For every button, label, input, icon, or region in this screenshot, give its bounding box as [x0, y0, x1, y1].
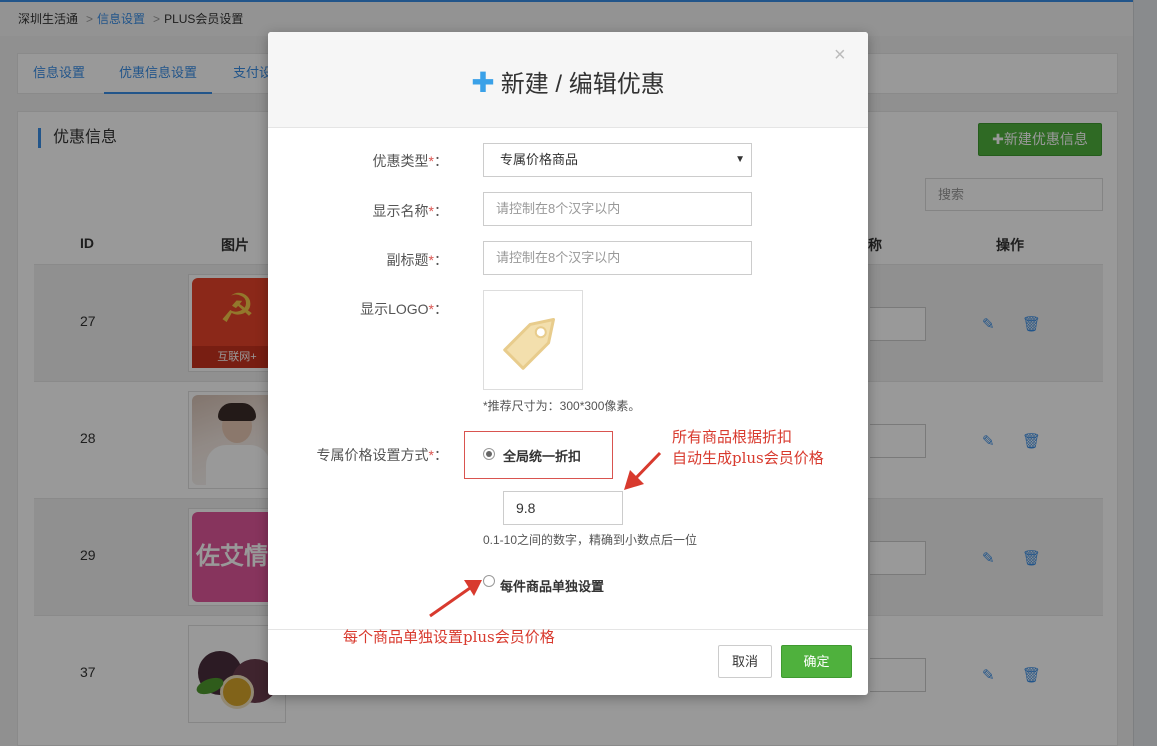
- plus-icon: ✚: [471, 67, 495, 98]
- discount-input[interactable]: 9.8: [503, 491, 623, 525]
- discount-type-select[interactable]: 专属价格商品 ▼: [483, 143, 752, 177]
- close-icon[interactable]: ×: [834, 44, 846, 67]
- annotation-uniform-line2: 自动生成plus会员价格: [672, 449, 824, 467]
- display-name-input[interactable]: 请控制在8个汉字以内: [483, 192, 752, 226]
- cancel-button[interactable]: 取消: [718, 645, 772, 678]
- edit-discount-modal: ✚ 新建 / 编辑优惠 × 优惠类型*： 专属价格商品 ▼ 显示名称*： 请控制在…: [268, 32, 868, 695]
- type-label: 优惠类型*：: [372, 153, 448, 169]
- annotation-individual: 每个商品单独设置plus会员价格: [343, 628, 555, 646]
- logo-upload[interactable]: [483, 290, 583, 390]
- discount-type-value: 专属价格商品: [500, 152, 579, 167]
- modal-title: ✚ 新建 / 编辑优惠: [268, 64, 868, 99]
- price-tag-icon: [503, 317, 556, 370]
- individual-price-label[interactable]: 每件商品单独设置: [500, 576, 604, 595]
- discount-hint: 0.1-10之间的数字，精确到小数点后一位: [483, 533, 698, 547]
- confirm-button[interactable]: 确定: [781, 645, 852, 678]
- uniform-discount-label[interactable]: 全局统一折扣: [503, 446, 581, 465]
- name-label: 显示名称*：: [372, 203, 448, 219]
- modal-header: ✚ 新建 / 编辑优惠 ×: [268, 32, 868, 128]
- subtitle-input[interactable]: 请控制在8个汉字以内: [483, 241, 752, 275]
- subtitle-label: 副标题*：: [386, 252, 448, 268]
- logo-size-hint: *推荐尺寸为：300*300像素。: [483, 399, 641, 413]
- price-mode-label: 专属价格设置方式*：: [316, 447, 448, 463]
- modal-title-text: 新建 / 编辑优惠: [500, 71, 665, 98]
- logo-label: 显示LOGO*：: [360, 301, 448, 317]
- annotation-uniform-line1: 所有商品根据折扣: [672, 428, 793, 446]
- uniform-discount-radio[interactable]: [483, 448, 495, 460]
- individual-price-radio[interactable]: [483, 575, 495, 587]
- caret-down-icon: ▼: [735, 154, 745, 165]
